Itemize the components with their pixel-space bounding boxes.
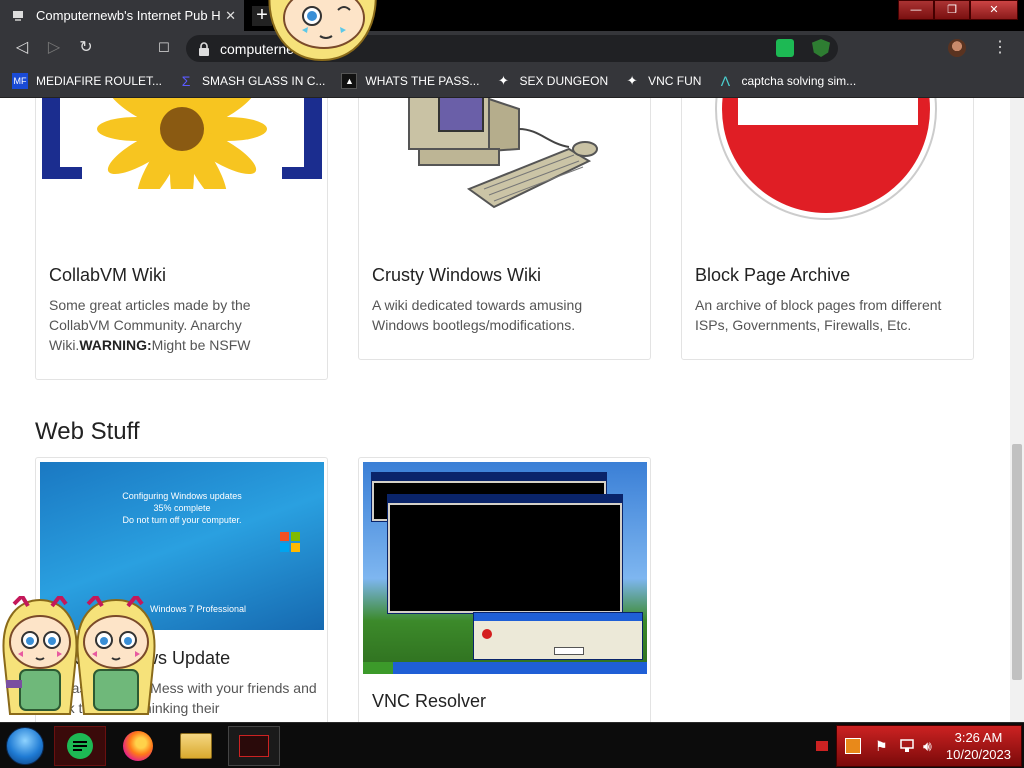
show-hidden-icons[interactable] <box>816 741 828 751</box>
card-vnc-resolver[interactable]: VNC Resolver <box>358 457 651 722</box>
tab-close-icon[interactable]: ✕ <box>225 8 236 24</box>
maximize-button[interactable]: ❐ <box>934 0 970 20</box>
bookmark-whats-the-pass[interactable]: ▲ WHATS THE PASS... <box>341 73 479 89</box>
lambda-icon: Λ <box>720 73 731 89</box>
update-text-line: Configuring Windows updates <box>122 491 242 501</box>
card-title: VNC Resolver <box>372 691 487 711</box>
scrollbar-thumb[interactable] <box>1012 444 1022 680</box>
minimize-button[interactable]: — <box>898 0 934 20</box>
card-title: CollabVM Wiki <box>49 265 167 285</box>
windows-brand-text: Windows 7 Professional <box>150 604 247 614</box>
firefox-icon <box>123 731 153 761</box>
lock-icon <box>198 41 210 56</box>
star-butterfly-sticker <box>262 0 384 62</box>
old-computer-image <box>399 98 609 219</box>
reload-button[interactable]: ↻ <box>76 38 96 58</box>
start-button[interactable] <box>6 727 44 765</box>
bookmark-label: WHATS THE PASS... <box>365 74 480 88</box>
bookmark-captcha[interactable]: Λ captcha solving sim... <box>717 73 856 89</box>
card-collabvm-wiki[interactable]: CollabVM Wiki Some great articles made b… <box>35 98 328 380</box>
close-window-button[interactable]: ✕ <box>970 0 1018 20</box>
computernewb-favicon-icon <box>10 8 26 24</box>
tab-title: Computernewb's Internet Pub Hub <box>36 8 221 23</box>
mediafire-icon: MF <box>12 73 28 89</box>
sigma-icon: Σ <box>181 73 191 89</box>
taskbar-app-browser[interactable] <box>228 726 280 766</box>
action-center-flag-icon[interactable]: ⚑ <box>875 738 888 755</box>
no-entry-sign-image <box>702 98 952 229</box>
bookmark-label: MEDIAFIRE ROULET... <box>36 74 163 88</box>
bookmark-label: SEX DUNGEON <box>519 74 609 88</box>
bookmark-smash-glass[interactable]: Σ SMASH GLASS IN C... <box>178 73 326 89</box>
windows-logo-icon <box>280 532 300 552</box>
computernewb-icon: ✦ <box>497 73 509 88</box>
forward-button[interactable]: ▷ <box>44 38 64 58</box>
window-controls: — ❐ ✕ <box>898 0 1018 20</box>
card-title: Crusty Windows Wiki <box>372 265 542 285</box>
clock-date: 10/20/2023 <box>945 747 1011 762</box>
browser-tab[interactable]: Computernewb's Internet Pub Hub ✕ <box>0 0 244 31</box>
taskbar-app-explorer[interactable] <box>170 726 222 766</box>
bookmark-label: captcha solving sim... <box>741 74 857 88</box>
clock-time: 3:26 AM <box>954 730 1003 745</box>
taskbar-app-firefox[interactable] <box>112 726 164 766</box>
volume-icon[interactable]: 🔊︎ <box>923 738 932 755</box>
bookmarks-bar: MF MEDIAFIRE ROULET... Σ SMASH GLASS IN … <box>0 65 1024 98</box>
star-butterfly-sticker <box>0 592 80 722</box>
collabvm-logo <box>42 98 322 189</box>
vnc-screenshot <box>363 462 647 674</box>
extension-green-icon[interactable] <box>776 39 794 57</box>
tray-app-icon[interactable] <box>845 738 861 754</box>
browser-menu-icon[interactable]: ⋮ <box>992 37 1008 57</box>
card-block-page-archive[interactable]: Block Page Archive An archive of block p… <box>681 98 974 360</box>
update-text-line: Do not turn off your computer. <box>122 515 242 525</box>
folder-icon <box>180 733 212 759</box>
page-scrollbar[interactable] <box>1010 98 1024 722</box>
taskbar-clock[interactable]: 3:26 AM 10/20/2023 <box>946 729 1011 763</box>
taskbar-app-notes[interactable] <box>54 726 106 766</box>
title-bar: Computernewb's Internet Pub Hub ✕ + — ❐ … <box>0 0 1024 31</box>
bookmark-label: SMASH GLASS IN C... <box>202 74 326 88</box>
taskbar: ⚑ 🔊︎ 3:26 AM 10/20/2023 <box>0 722 1024 768</box>
browser-toolbar: ◁ ▷ ↻ ☐ computernewb ⋮ <box>0 31 1024 65</box>
card-description: An archive of block pages from different… <box>695 297 942 333</box>
card-crusty-windows-wiki[interactable]: Crusty Windows Wiki A wiki dedicated tow… <box>358 98 651 360</box>
bookmark-vnc-fun[interactable]: ✦ VNC FUN <box>624 73 702 89</box>
back-button[interactable]: ◁ <box>12 38 32 58</box>
profile-avatar[interactable] <box>948 39 966 57</box>
section-title-web-stuff: Web Stuff <box>35 418 140 445</box>
update-percent: 35% complete <box>153 503 211 513</box>
card-title: Block Page Archive <box>695 265 851 285</box>
green-notes-icon <box>67 733 93 759</box>
network-icon[interactable] <box>899 738 915 754</box>
bookmark-label: VNC FUN <box>648 74 702 88</box>
card-description: Some great articles made by the CollabVM… <box>49 297 251 353</box>
card-description: A wiki dedicated towards amusing Windows… <box>372 297 583 333</box>
bookmark-star-icon[interactable]: ☐ <box>154 38 174 58</box>
star-butterfly-sticker <box>70 592 160 722</box>
bookmark-mediafire[interactable]: MF MEDIAFIRE ROULET... <box>12 73 162 89</box>
computernewb-icon: ✦ <box>626 73 638 88</box>
bookmark-sex-dungeon[interactable]: ✦ SEX DUNGEON <box>495 73 608 89</box>
browser-window-icon <box>239 735 269 757</box>
system-tray: ⚑ 🔊︎ 3:26 AM 10/20/2023 <box>836 725 1022 767</box>
triangle-icon: ▲ <box>341 73 358 89</box>
